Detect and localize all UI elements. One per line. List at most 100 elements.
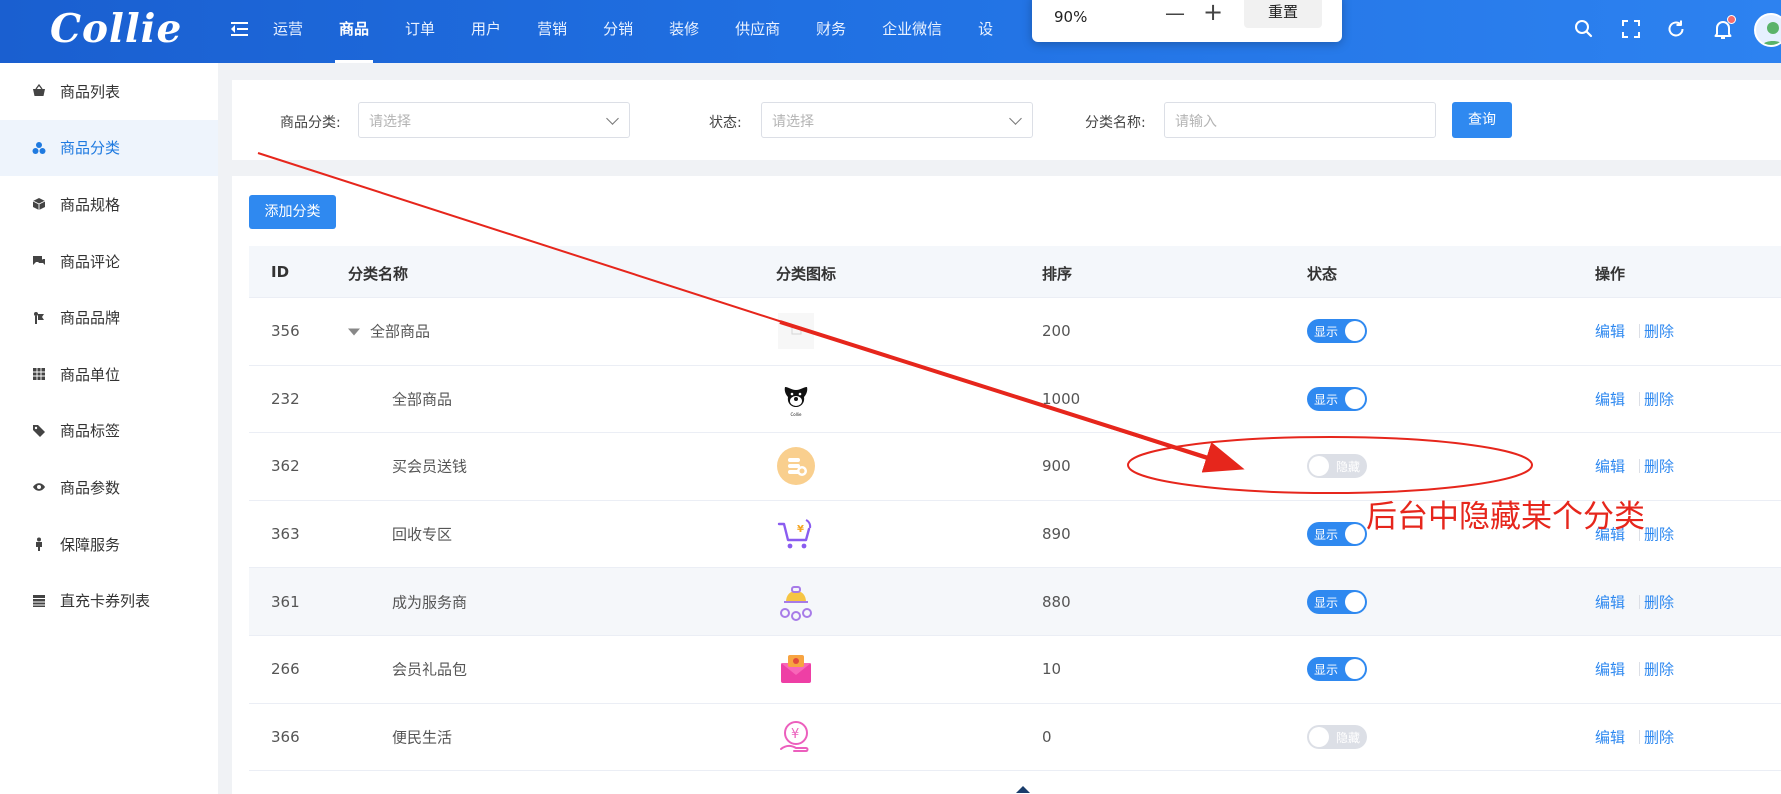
sidebar-item-guarantee-service[interactable]: 保障服务	[0, 516, 218, 573]
nav-item-wecom[interactable]: 企业微信	[864, 0, 960, 63]
category-select[interactable]: 请选择	[358, 102, 630, 138]
delete-link[interactable]: 删除	[1644, 388, 1674, 409]
status-toggle[interactable]: 显示	[1307, 657, 1367, 682]
edit-link[interactable]: 编辑	[1595, 726, 1625, 747]
category-name-input[interactable]: 请输入	[1164, 102, 1436, 138]
toggle-knob	[1345, 321, 1365, 342]
action-separator	[1639, 729, 1640, 744]
row-id: 361	[271, 592, 300, 611]
partial-row-icon	[1016, 784, 1030, 794]
sidebar-item-label: 保障服务	[60, 535, 121, 554]
grid-icon	[32, 367, 46, 381]
action-separator	[1639, 391, 1640, 406]
delete-link[interactable]: 删除	[1644, 726, 1674, 747]
sidebar-item-product-category[interactable]: 商品分类	[0, 119, 218, 177]
nav-item-orders[interactable]: 订单	[387, 0, 453, 63]
nav-item-finance[interactable]: 财务	[798, 0, 864, 63]
search-icon[interactable]	[1573, 18, 1595, 40]
edit-link[interactable]: 编辑	[1595, 321, 1625, 342]
column-header-status: 状态	[1307, 265, 1338, 283]
status-toggle[interactable]: 显示	[1307, 319, 1367, 344]
delete-link[interactable]: 删除	[1644, 321, 1674, 342]
status-toggle[interactable]: 显示	[1307, 386, 1367, 411]
nav-item-products[interactable]: 商品	[321, 0, 387, 63]
delete-link[interactable]: 删除	[1644, 456, 1674, 477]
edit-link[interactable]: 编辑	[1595, 591, 1625, 612]
nav-item-operations[interactable]: 运营	[255, 0, 321, 63]
row-sort: 200	[1042, 322, 1071, 341]
chevron-down-icon	[1009, 112, 1022, 125]
expand-caret-icon[interactable]	[348, 328, 360, 336]
delete-link[interactable]: 删除	[1644, 524, 1674, 545]
toggle-knob	[1345, 659, 1365, 680]
category-select-placeholder: 请选择	[369, 114, 411, 130]
sidebar-item-product-unit[interactable]: 商品单位	[0, 346, 218, 403]
edit-link[interactable]: 编辑	[1595, 659, 1625, 680]
zoom-in-button[interactable]: +	[1200, 0, 1226, 25]
table-row: 366 便民生活 ¥ 0 隐藏 编辑 删除	[249, 703, 1781, 772]
list-icon	[32, 594, 46, 608]
fullscreen-icon[interactable]	[1620, 18, 1642, 40]
status-filter-label: 状态:	[709, 115, 742, 131]
status-select[interactable]: 请选择	[761, 102, 1033, 138]
status-toggle-label: 显示	[1314, 392, 1339, 407]
menu-toggle-icon[interactable]	[231, 20, 249, 38]
gift-envelope-icon	[776, 649, 816, 689]
sidebar-item-voucher-list[interactable]: 直充卡券列表	[0, 572, 218, 629]
nav-item-users[interactable]: 用户	[453, 0, 519, 63]
edit-link[interactable]: 编辑	[1595, 456, 1625, 477]
sidebar-item-product-params[interactable]: 商品参数	[0, 459, 218, 516]
refresh-icon[interactable]	[1665, 18, 1687, 40]
service-bag-icon	[776, 582, 816, 622]
row-name: 成为服务商	[392, 593, 468, 612]
edit-link[interactable]: 编辑	[1595, 388, 1625, 409]
status-toggle[interactable]: 隐藏	[1307, 724, 1367, 749]
action-separator	[1639, 662, 1640, 677]
category-icon	[32, 141, 46, 155]
sidebar-item-product-comments[interactable]: 商品评论	[0, 233, 218, 290]
status-toggle-label: 显示	[1314, 528, 1339, 543]
nav-item-distribution[interactable]: 分销	[585, 0, 651, 63]
zoom-out-button[interactable]: —	[1162, 0, 1188, 26]
annotation-label: 后台中隐藏某个分类	[1366, 499, 1645, 535]
svg-text:¥: ¥	[797, 524, 804, 535]
sidebar-item-label: 商品列表	[60, 82, 121, 101]
delete-link[interactable]: 删除	[1644, 591, 1674, 612]
nav-item-marketing[interactable]: 营销	[519, 0, 585, 63]
action-separator	[1639, 459, 1640, 474]
tag-icon	[32, 424, 46, 438]
sidebar-item-product-spec[interactable]: 商品规格	[0, 176, 218, 233]
table-row: 361 成为服务商 880 显示 编辑 删除	[249, 568, 1781, 636]
notification-bell-icon[interactable]	[1712, 15, 1736, 40]
nav-item-suppliers[interactable]: 供应商	[717, 0, 798, 63]
add-category-button[interactable]: 添加分类	[249, 195, 336, 229]
nav-item-settings[interactable]: 设	[960, 0, 1011, 63]
row-name: 回收专区	[392, 525, 453, 544]
toggle-knob	[1309, 726, 1329, 747]
cube-icon	[32, 197, 46, 211]
top-nav: 运营 商品 订单 用户 营销 分销 装修 供应商 财务 企业微信 设	[255, 0, 1011, 63]
sidebar-item-product-list[interactable]: 商品列表	[0, 63, 218, 120]
app-logo[interactable]: Collie	[50, 6, 182, 52]
status-toggle[interactable]: 显示	[1307, 589, 1367, 614]
row-id: 356	[271, 322, 300, 341]
query-button[interactable]: 查询	[1452, 102, 1512, 138]
nav-item-decoration[interactable]: 装修	[651, 0, 717, 63]
user-avatar[interactable]	[1754, 13, 1781, 47]
sidebar-item-product-tags[interactable]: 商品标签	[0, 403, 218, 460]
row-name: 买会员送钱	[392, 457, 468, 476]
placeholder-image-icon	[776, 311, 816, 351]
row-sort: 0	[1042, 727, 1052, 746]
delete-link[interactable]: 删除	[1644, 659, 1674, 680]
person-icon	[32, 537, 46, 552]
status-toggle[interactable]: 隐藏	[1307, 454, 1367, 479]
table-header: ID 分类名称 分类图标 排序 状态 操作	[249, 246, 1781, 298]
toggle-knob	[1345, 388, 1365, 409]
sidebar-item-product-brand[interactable]: 商品品牌	[0, 289, 218, 346]
zoom-level: 90%	[1054, 8, 1088, 26]
basket-icon	[32, 84, 46, 98]
zoom-reset-button[interactable]: 重置	[1244, 0, 1322, 28]
action-separator	[1639, 594, 1640, 609]
filter-bar: 商品分类: 请选择 状态: 请选择 分类名称: 请输入 查询	[232, 80, 1781, 160]
status-toggle[interactable]: 显示	[1307, 522, 1367, 547]
